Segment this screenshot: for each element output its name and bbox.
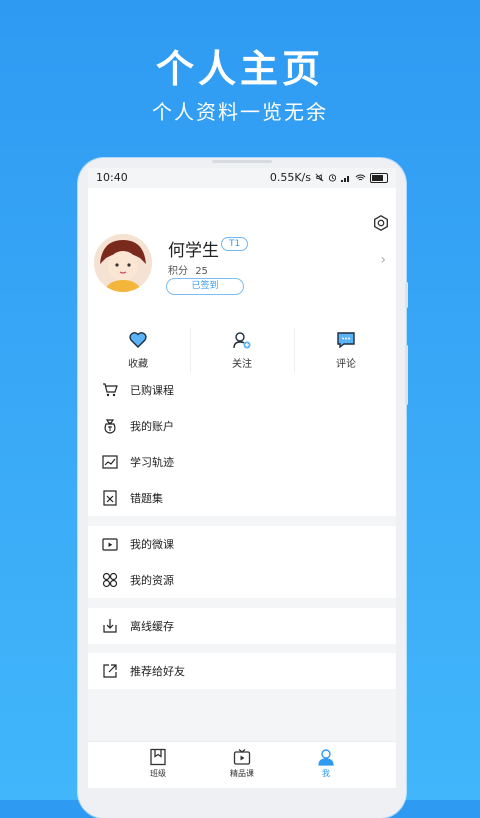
menu-item-recommend-friends[interactable]: 推荐给好友	[88, 653, 396, 689]
signal-icon	[341, 175, 349, 182]
checkin-button[interactable]: 已签到	[166, 278, 244, 295]
quick-action-label: 关注	[232, 359, 252, 370]
promo-title: 个人主页	[155, 47, 324, 91]
settings-icon[interactable]	[372, 214, 390, 232]
level-badge: T1	[221, 237, 249, 251]
promo-subtitle: 个人资料一览无余	[152, 100, 328, 124]
comment-icon	[337, 332, 355, 349]
tab-label: 我	[322, 769, 330, 778]
menu-item-purchased-courses[interactable]: 已购课程	[88, 372, 396, 408]
quick-action-label: 收藏	[128, 359, 148, 370]
phone-volume-button	[405, 282, 408, 308]
menu-item-label: 错题集	[130, 492, 163, 505]
avatar[interactable]	[94, 234, 152, 292]
video-icon	[102, 538, 118, 551]
menu-item-my-resources[interactable]: 我的资源	[88, 562, 396, 598]
points-display: 积分 25	[168, 262, 208, 277]
alarm-icon	[328, 174, 337, 182]
phone-power-button	[405, 345, 408, 405]
bottom-tab-bar: 班级 精品课 我	[88, 741, 396, 788]
menu-item-label: 学习轨迹	[130, 456, 174, 469]
video-course-icon	[233, 749, 251, 765]
menu-item-label: 推荐给好友	[130, 665, 185, 678]
wifi-icon	[355, 174, 366, 180]
person-icon	[318, 749, 334, 766]
chevron-right-icon[interactable]: ›	[380, 252, 386, 268]
class-icon	[150, 748, 166, 766]
status-icons: 0.55K/s	[270, 171, 388, 184]
divider	[190, 328, 191, 372]
download-icon	[103, 619, 117, 633]
menu-item-label: 已购课程	[130, 384, 174, 397]
points-value: 25	[195, 266, 208, 277]
menu-item-wrong-questions[interactable]: 错题集	[88, 480, 396, 516]
network-speed: 0.55K/s	[269, 171, 311, 184]
menu-item-learning-track[interactable]: 学习轨迹	[88, 444, 396, 480]
battery-icon	[370, 172, 388, 183]
menu-item-label: 离线缓存	[130, 620, 174, 633]
wrong-book-icon	[103, 490, 117, 506]
menu-group-offline: 离线缓存	[88, 608, 396, 644]
heart-icon	[129, 332, 147, 348]
menu-item-offline-cache[interactable]: 离线缓存	[88, 608, 396, 644]
menu-group-resources: 我的微课 我的资源	[88, 526, 396, 598]
avatar-illustration	[94, 234, 152, 292]
menu-group-purchases: 已购课程 我的账户	[88, 372, 396, 444]
grid-icon	[102, 572, 118, 588]
mute-icon	[315, 173, 324, 182]
status-bar: 10:40 0.55K/s	[88, 168, 396, 188]
menu-item-my-account[interactable]: 我的账户	[88, 408, 396, 444]
cart-icon	[103, 383, 118, 397]
menu-group-learning: 学习轨迹 错题集	[88, 444, 396, 516]
follow-user-icon	[233, 332, 251, 349]
points-label: 积分	[168, 266, 188, 277]
menu-item-label: 我的账户	[130, 420, 174, 433]
divider	[294, 328, 295, 372]
menu-group-share: 推荐给好友	[88, 653, 396, 689]
phone-speaker	[212, 160, 272, 163]
user-name: 何学生	[168, 241, 219, 261]
status-time: 10:40	[96, 171, 128, 184]
menu-item-label: 我的微课	[130, 538, 174, 551]
quick-action-label: 评论	[336, 359, 356, 370]
menu-item-label: 我的资源	[130, 574, 174, 587]
money-bag-icon	[104, 419, 116, 434]
tab-me[interactable]: 我	[276, 742, 376, 788]
app-screen: 10:40 0.55K/s 何学生 T1 积分 25 已签到 › 收藏 关注 评…	[88, 168, 396, 788]
menu-item-my-microcourses[interactable]: 我的微课	[88, 526, 396, 562]
share-icon	[103, 664, 117, 678]
trend-icon	[102, 455, 118, 469]
